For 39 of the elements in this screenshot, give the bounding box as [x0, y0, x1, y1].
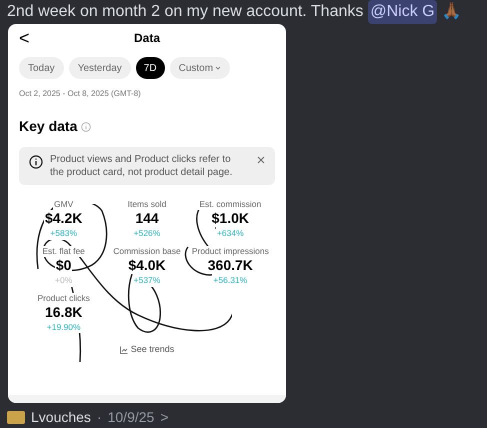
notice-text: Product views and Product clicks refer to the product card, not product detail page. — [50, 153, 234, 179]
back-button[interactable]: < — [19, 24, 33, 52]
metric-label: Product impressions — [190, 246, 270, 257]
metric-value: $1.0K — [210, 210, 250, 227]
metric-change: +56.31% — [212, 274, 248, 286]
date-tab[interactable]: Today — [19, 57, 64, 79]
info-icon — [29, 155, 43, 169]
metric-value: 16.8K — [44, 304, 84, 320]
page-title: Data — [132, 30, 162, 47]
chart-icon — [120, 346, 128, 354]
metric-label: Items sold — [126, 199, 168, 210]
date-range: Oct 2, 2025 - Oct 8, 2025 (GMT-8) — [18, 88, 142, 100]
metric-change: +583% — [49, 227, 78, 240]
section-title: Key data — [19, 117, 78, 136]
arrow-icon: > — [160, 407, 169, 428]
date-tab[interactable]: Yesterday — [68, 57, 131, 79]
date-tab[interactable]: 7D — [136, 57, 165, 79]
message-text: 2nd week on month 2 on my new account. Thanks — [7, 2, 364, 22]
metric-label: Est. commission — [198, 199, 262, 210]
user-mention[interactable]: @Nick G — [368, 0, 437, 24]
separator-dot: · — [96, 408, 102, 427]
praying-hands-emoji: 🙏🏾 — [442, 1, 462, 22]
message-date: 10/9/25 — [108, 408, 154, 427]
metric-label: Est. flat fee — [41, 246, 86, 257]
metric-label: GMV — [52, 199, 74, 210]
metric-value: 360.7K — [206, 256, 254, 274]
metric-value: $4.0K — [127, 256, 167, 274]
close-icon[interactable] — [257, 156, 265, 164]
metric-value: $4.2K — [44, 210, 84, 227]
see-trends-button[interactable]: See trends — [120, 343, 174, 357]
metric-change: +19.90% — [46, 320, 82, 334]
chevron-down-icon — [215, 66, 222, 70]
metric-change: +0% — [54, 274, 74, 286]
author-name[interactable]: Lvouches — [31, 407, 91, 428]
info-icon — [81, 122, 92, 132]
metric-label: Commission base — [112, 246, 182, 257]
metric-label: Product clicks — [36, 292, 91, 304]
date-tab[interactable]: Custom — [170, 57, 230, 79]
metric-value: $0 — [54, 256, 72, 274]
